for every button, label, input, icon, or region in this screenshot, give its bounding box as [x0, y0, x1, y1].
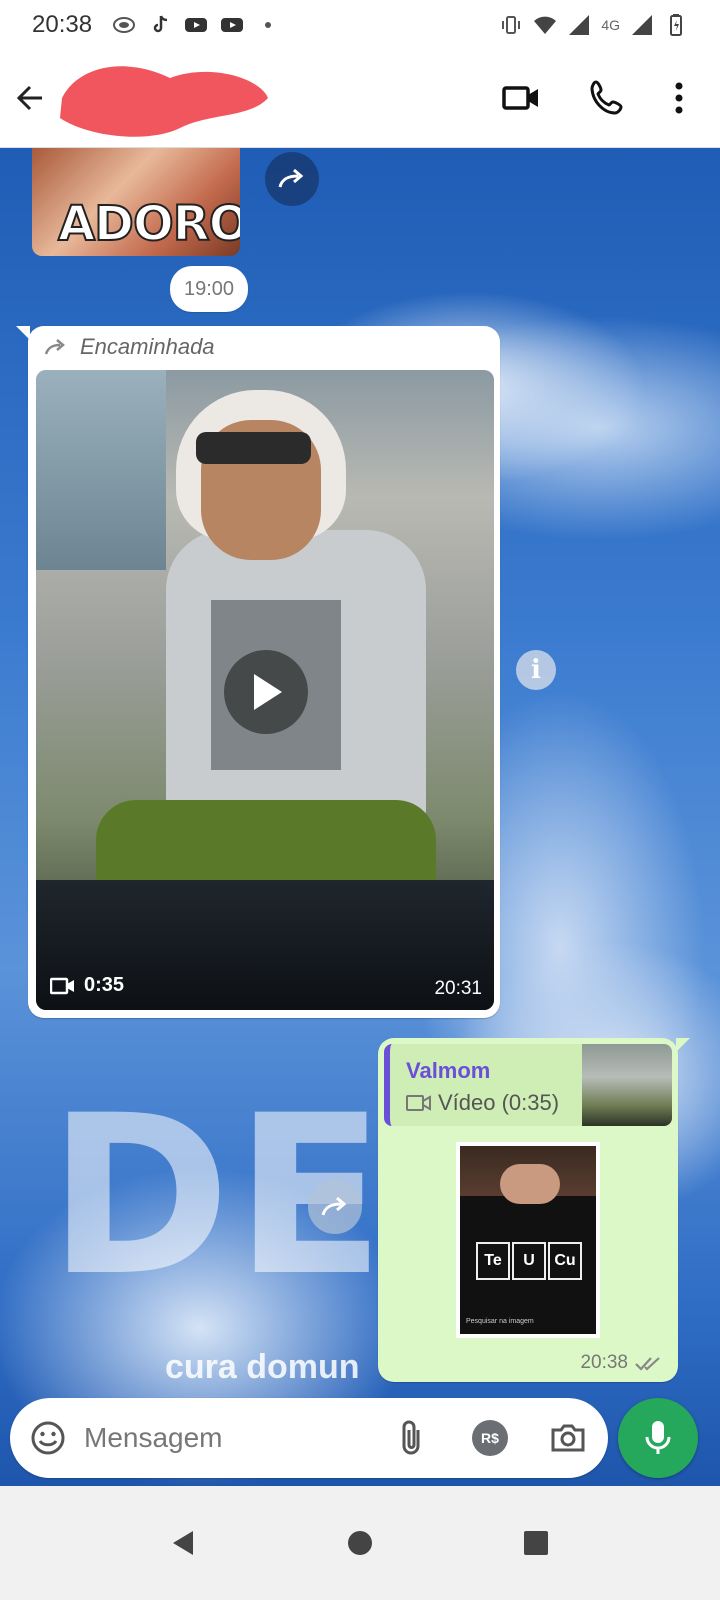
voice-call-icon[interactable]	[586, 76, 630, 120]
outgoing-image-message[interactable]: Valmom Vídeo (0:35) Te U Cu Pesquisar na…	[378, 1038, 690, 1382]
quoted-type-text: Vídeo (0:35)	[438, 1090, 560, 1115]
signal-icon	[632, 15, 652, 35]
redaction-scribble	[60, 66, 268, 137]
video-camera-small-icon	[50, 977, 74, 994]
youtube-icon	[221, 18, 244, 32]
quoted-sender-name: Valmom	[406, 1058, 491, 1083]
quoted-message-type: Vídeo (0:35)	[406, 1090, 559, 1116]
vibrate-icon	[502, 16, 521, 34]
emoji-icon[interactable]	[28, 1418, 68, 1458]
system-nav-bar	[0, 1486, 720, 1600]
message-time: 20:31	[434, 978, 482, 999]
info-icon[interactable]: i	[516, 650, 556, 690]
element-box: Te	[476, 1242, 510, 1280]
status-bar: 20:38 4G	[0, 0, 720, 50]
payment-button[interactable]: R$	[472, 1420, 508, 1456]
system-icons: 4G	[499, 13, 688, 37]
nav-recents-icon	[524, 1531, 548, 1555]
message-time: 20:38	[580, 1352, 628, 1373]
battery-charging-icon	[670, 14, 682, 36]
image-caption: Pesquisar na imagem	[466, 1318, 534, 1325]
wifi-icon	[534, 16, 557, 34]
tiktok-icon	[153, 15, 168, 33]
network-type: 4G	[601, 17, 620, 33]
forward-button[interactable]	[265, 152, 319, 206]
sticker-text: ADORO!	[57, 195, 240, 253]
play-button[interactable]	[224, 650, 308, 734]
quoted-message[interactable]: Valmom Vídeo (0:35)	[384, 1044, 672, 1126]
nav-home-icon	[348, 1531, 372, 1555]
date-separator: 19:00	[170, 266, 248, 312]
chat-area[interactable]: DEU cura domun ADORO! 19:00 Encaminhada	[0, 148, 720, 1516]
nav-back-button[interactable]	[166, 1525, 202, 1561]
message-input[interactable]	[84, 1418, 374, 1458]
back-arrow-icon[interactable]	[12, 78, 52, 118]
attach-icon[interactable]	[394, 1418, 430, 1458]
video-camera-small-icon	[406, 1095, 431, 1111]
contact-name[interactable]	[50, 58, 275, 140]
video-thumbnail[interactable]: 0:35 20:31	[36, 370, 494, 1010]
incoming-video-message[interactable]: Encaminhada 0:35 20:31	[16, 326, 500, 1018]
status-time: 20:38	[32, 11, 93, 38]
wallpaper-subtext: cura domun	[165, 1348, 360, 1386]
video-duration: 0:35	[50, 974, 124, 997]
play-icon	[254, 674, 282, 710]
more-notifications-dot-icon	[265, 22, 272, 28]
message-time-status: 20:38	[580, 1352, 662, 1374]
camera-icon[interactable]	[548, 1418, 588, 1458]
video-call-icon[interactable]	[500, 76, 544, 120]
more-options-icon[interactable]	[664, 76, 694, 120]
chat-header	[0, 50, 720, 148]
notification-app-icon	[113, 17, 136, 33]
forwarded-text: Encaminhada	[80, 334, 215, 359]
youtube-icon	[185, 18, 208, 32]
thumb-glasses	[196, 432, 311, 464]
thumb-background	[36, 370, 166, 570]
forwarded-icon	[44, 339, 65, 355]
image-skin	[500, 1164, 560, 1204]
video-duration-text: 0:35	[84, 974, 125, 996]
sticker-message[interactable]: ADORO!	[32, 148, 240, 256]
voice-record-button[interactable]	[618, 1398, 698, 1478]
element-box: U	[512, 1242, 546, 1280]
forward-button[interactable]	[308, 1180, 362, 1234]
element-box: Cu	[548, 1242, 582, 1280]
notification-icons	[112, 13, 280, 37]
quoted-video-thumbnail	[582, 1044, 672, 1126]
nav-recents-button[interactable]	[518, 1525, 554, 1561]
nav-back-icon	[173, 1531, 193, 1555]
forward-icon	[278, 168, 304, 188]
forward-icon	[321, 1196, 347, 1216]
signal-icon	[569, 15, 590, 35]
sent-image[interactable]: Te U Cu Pesquisar na imagem	[456, 1142, 600, 1338]
microphone-icon	[645, 1421, 671, 1454]
nav-home-button[interactable]	[342, 1525, 378, 1561]
message-composer: R$	[10, 1398, 608, 1478]
forwarded-label: Encaminhada	[44, 334, 215, 360]
double-check-icon	[635, 1357, 660, 1371]
